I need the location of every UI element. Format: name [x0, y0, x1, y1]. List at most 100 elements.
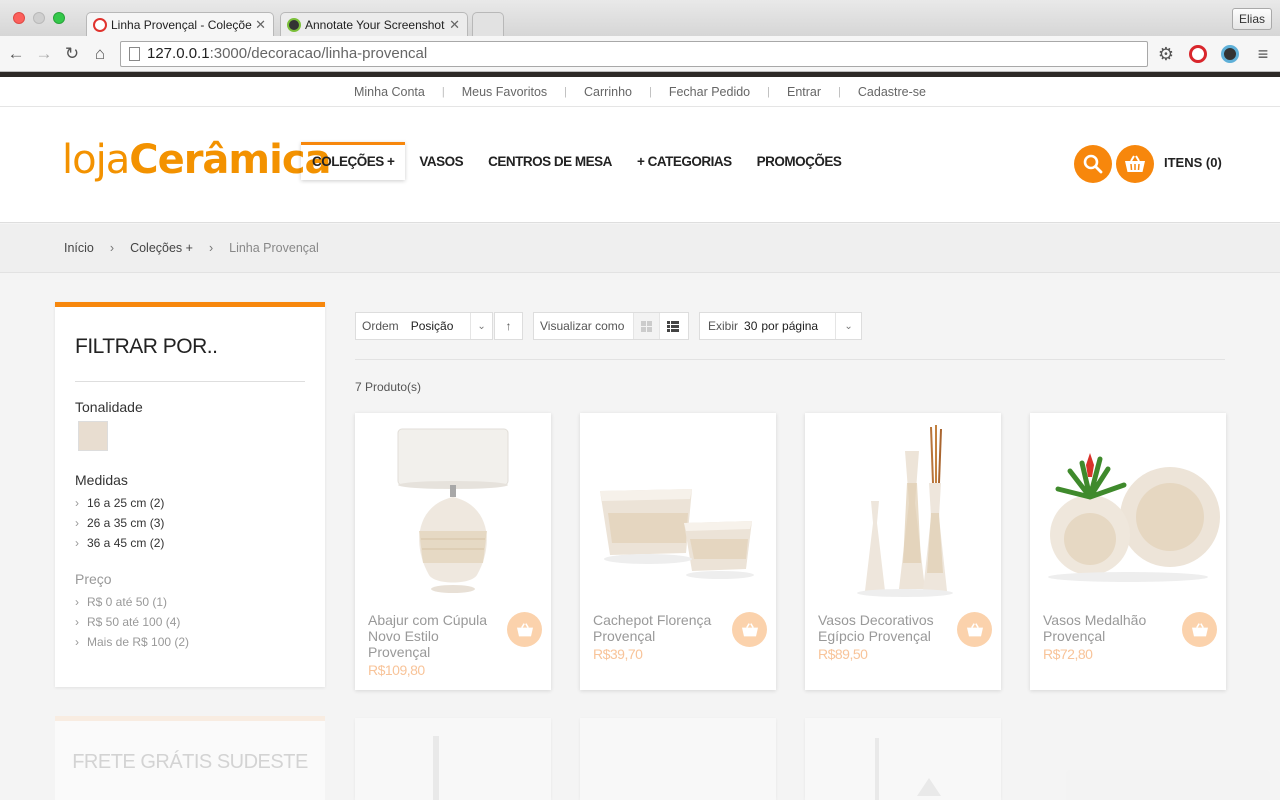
link-meus-favoritos[interactable]: Meus Favoritos: [462, 85, 547, 99]
cart-button[interactable]: [1116, 145, 1154, 183]
search-button[interactable]: [1074, 145, 1112, 183]
add-to-cart-button[interactable]: [732, 612, 767, 647]
product-image: [433, 736, 439, 800]
chat-widget[interactable]: [1066, 770, 1270, 800]
close-tab-icon[interactable]: ✕: [449, 17, 460, 33]
product-image-lamp[interactable]: [355, 413, 551, 603]
gear-icon[interactable]: ⚙: [1156, 44, 1176, 64]
tab-annotate-screenshot[interactable]: Annotate Your Screenshot ✕: [280, 12, 468, 36]
logo-part1: loja: [62, 137, 130, 183]
close-window-button[interactable]: [13, 12, 25, 24]
browser-toolbar: ← → ↻ ⌂ 127.0.0.1:3000/decoracao/linha-p…: [0, 36, 1280, 72]
page-icon: [129, 47, 140, 61]
close-tab-icon[interactable]: ✕: [255, 17, 266, 33]
add-to-cart-button[interactable]: [957, 612, 992, 647]
annotate-favicon-icon: [287, 18, 301, 32]
product-card[interactable]: Vasos Decorativos Egípcio Provençal R$89…: [805, 413, 1001, 690]
link-carrinho[interactable]: Carrinho: [584, 85, 632, 99]
separator: |: [441, 85, 445, 98]
filter-option[interactable]: R$ 0 até 50 (1): [75, 592, 189, 612]
preco-list: R$ 0 até 50 (1) R$ 50 até 100 (4) Mais d…: [75, 592, 189, 652]
add-to-cart-button[interactable]: [1182, 612, 1217, 647]
product-card[interactable]: [805, 718, 1001, 800]
page-size-value: 30: [744, 319, 758, 333]
reload-icon[interactable]: ↻: [62, 44, 82, 64]
filter-option[interactable]: 16 a 25 cm (2): [75, 493, 164, 513]
back-icon[interactable]: ←: [6, 44, 26, 64]
product-name[interactable]: Vasos Medalhão Provençal: [1043, 612, 1173, 644]
arrow-up-icon: ↑: [505, 319, 512, 333]
sort-order-select[interactable]: Ordem Posição ⌄: [355, 312, 493, 340]
link-fechar-pedido[interactable]: Fechar Pedido: [669, 85, 750, 99]
sort-order-value: Posição: [410, 319, 454, 333]
nav-vasos[interactable]: VASOS: [408, 142, 474, 180]
separator: |: [838, 85, 841, 98]
product-card[interactable]: Abajur com Cúpula Novo Estilo Provençal …: [355, 413, 551, 690]
site-logo[interactable]: lojaCerâmica: [62, 137, 332, 183]
product-price: R$39,70: [593, 646, 643, 662]
link-minha-conta[interactable]: Minha Conta: [354, 85, 425, 99]
new-tab-button[interactable]: [472, 12, 504, 36]
product-card[interactable]: [355, 718, 551, 800]
nav-promocoes[interactable]: PROMOÇÕES: [746, 142, 853, 180]
product-name[interactable]: Cachepot Florença Provençal: [593, 612, 723, 644]
filter-option[interactable]: R$ 50 até 100 (4): [75, 612, 189, 632]
breadcrumb-home[interactable]: Início: [64, 241, 94, 255]
home-icon[interactable]: ⌂: [90, 44, 110, 64]
product-image-medallion[interactable]: [1030, 413, 1226, 603]
menu-icon[interactable]: ≡: [1253, 44, 1273, 64]
product-card[interactable]: [580, 718, 776, 800]
link-cadastre-se[interactable]: Cadastre-se: [858, 85, 926, 99]
product-image-cachepot[interactable]: [580, 413, 776, 603]
filter-group-tonalidade: Tonalidade: [75, 399, 143, 415]
product-count: 7 Produto(s): [355, 380, 422, 394]
filter-group-preco: Preço: [75, 571, 112, 587]
filter-panel: FILTRAR POR.. Tonalidade Medidas 16 a 25…: [55, 302, 325, 687]
nav-centros-de-mesa[interactable]: CENTROS DE MESA: [477, 142, 623, 180]
free-shipping-text: FRETE GRÁTIS SUDESTE: [72, 751, 308, 773]
link-entrar[interactable]: Entrar: [787, 85, 821, 99]
product-image-vases[interactable]: [805, 413, 1001, 603]
color-swatch[interactable]: [78, 421, 108, 451]
filter-option[interactable]: 26 a 35 cm (3): [75, 513, 164, 533]
product-card[interactable]: Cachepot Florença Provençal R$39,70: [580, 413, 776, 690]
free-shipping-banner: FRETE GRÁTIS SUDESTE: [55, 716, 325, 800]
forward-icon[interactable]: →: [34, 44, 54, 64]
product-card[interactable]: Vasos Medalhão Provençal R$72,80: [1030, 413, 1226, 690]
account-links: Minha Conta | Meus Favoritos | Carrinho | F…: [0, 77, 1280, 107]
cart-items-count[interactable]: ITENS (0): [1164, 155, 1222, 170]
basket-icon: [1125, 155, 1145, 172]
breadcrumb-current: Linha Provençal: [229, 241, 319, 255]
breadcrumb-parent[interactable]: Coleções +: [130, 241, 193, 255]
tab-linha-provencal[interactable]: Linha Provençal - Coleçõe ✕: [86, 12, 274, 36]
minimize-window-button[interactable]: [33, 12, 45, 24]
product-price: R$109,80: [368, 662, 425, 678]
address-bar[interactable]: 127.0.0.1:3000/decoracao/linha-provencal: [120, 41, 1148, 67]
zoom-window-button[interactable]: [53, 12, 65, 24]
page-size-select[interactable]: Exibir 30 por página ⌄: [699, 312, 862, 340]
basket-icon: [741, 622, 758, 636]
filter-option[interactable]: Mais de R$ 100 (2): [75, 632, 189, 652]
show-label: Exibir: [708, 319, 739, 333]
grid-view-icon[interactable]: [633, 313, 659, 339]
filter-option[interactable]: 36 a 45 cm (2): [75, 533, 164, 553]
sort-direction-button[interactable]: ↑: [494, 312, 523, 340]
page-size-suffix: por página: [761, 319, 819, 333]
add-to-cart-button[interactable]: [507, 612, 542, 647]
nav-colecoes[interactable]: COLEÇÕES +: [301, 142, 406, 180]
separator: |: [564, 85, 568, 98]
separator: |: [767, 85, 770, 98]
extension-icon[interactable]: [1221, 45, 1239, 63]
nav-categorias[interactable]: + CATEGORIAS: [626, 142, 743, 180]
product-image: [875, 738, 941, 800]
chevron-down-icon: ⌄: [835, 313, 861, 339]
filter-title: FILTRAR POR..: [75, 335, 218, 358]
url-path: :3000/decoracao/linha-provencal: [209, 45, 428, 62]
product-name[interactable]: Abajur com Cúpula Novo Estilo Provençal: [368, 612, 498, 660]
separator: |: [648, 85, 652, 98]
stop-icon[interactable]: [1189, 45, 1207, 63]
list-view-icon[interactable]: [659, 313, 685, 339]
profile-button[interactable]: Elias: [1231, 8, 1272, 30]
product-name[interactable]: Vasos Decorativos Egípcio Provençal: [818, 612, 948, 644]
breadcrumb-separator: ›: [208, 241, 214, 255]
